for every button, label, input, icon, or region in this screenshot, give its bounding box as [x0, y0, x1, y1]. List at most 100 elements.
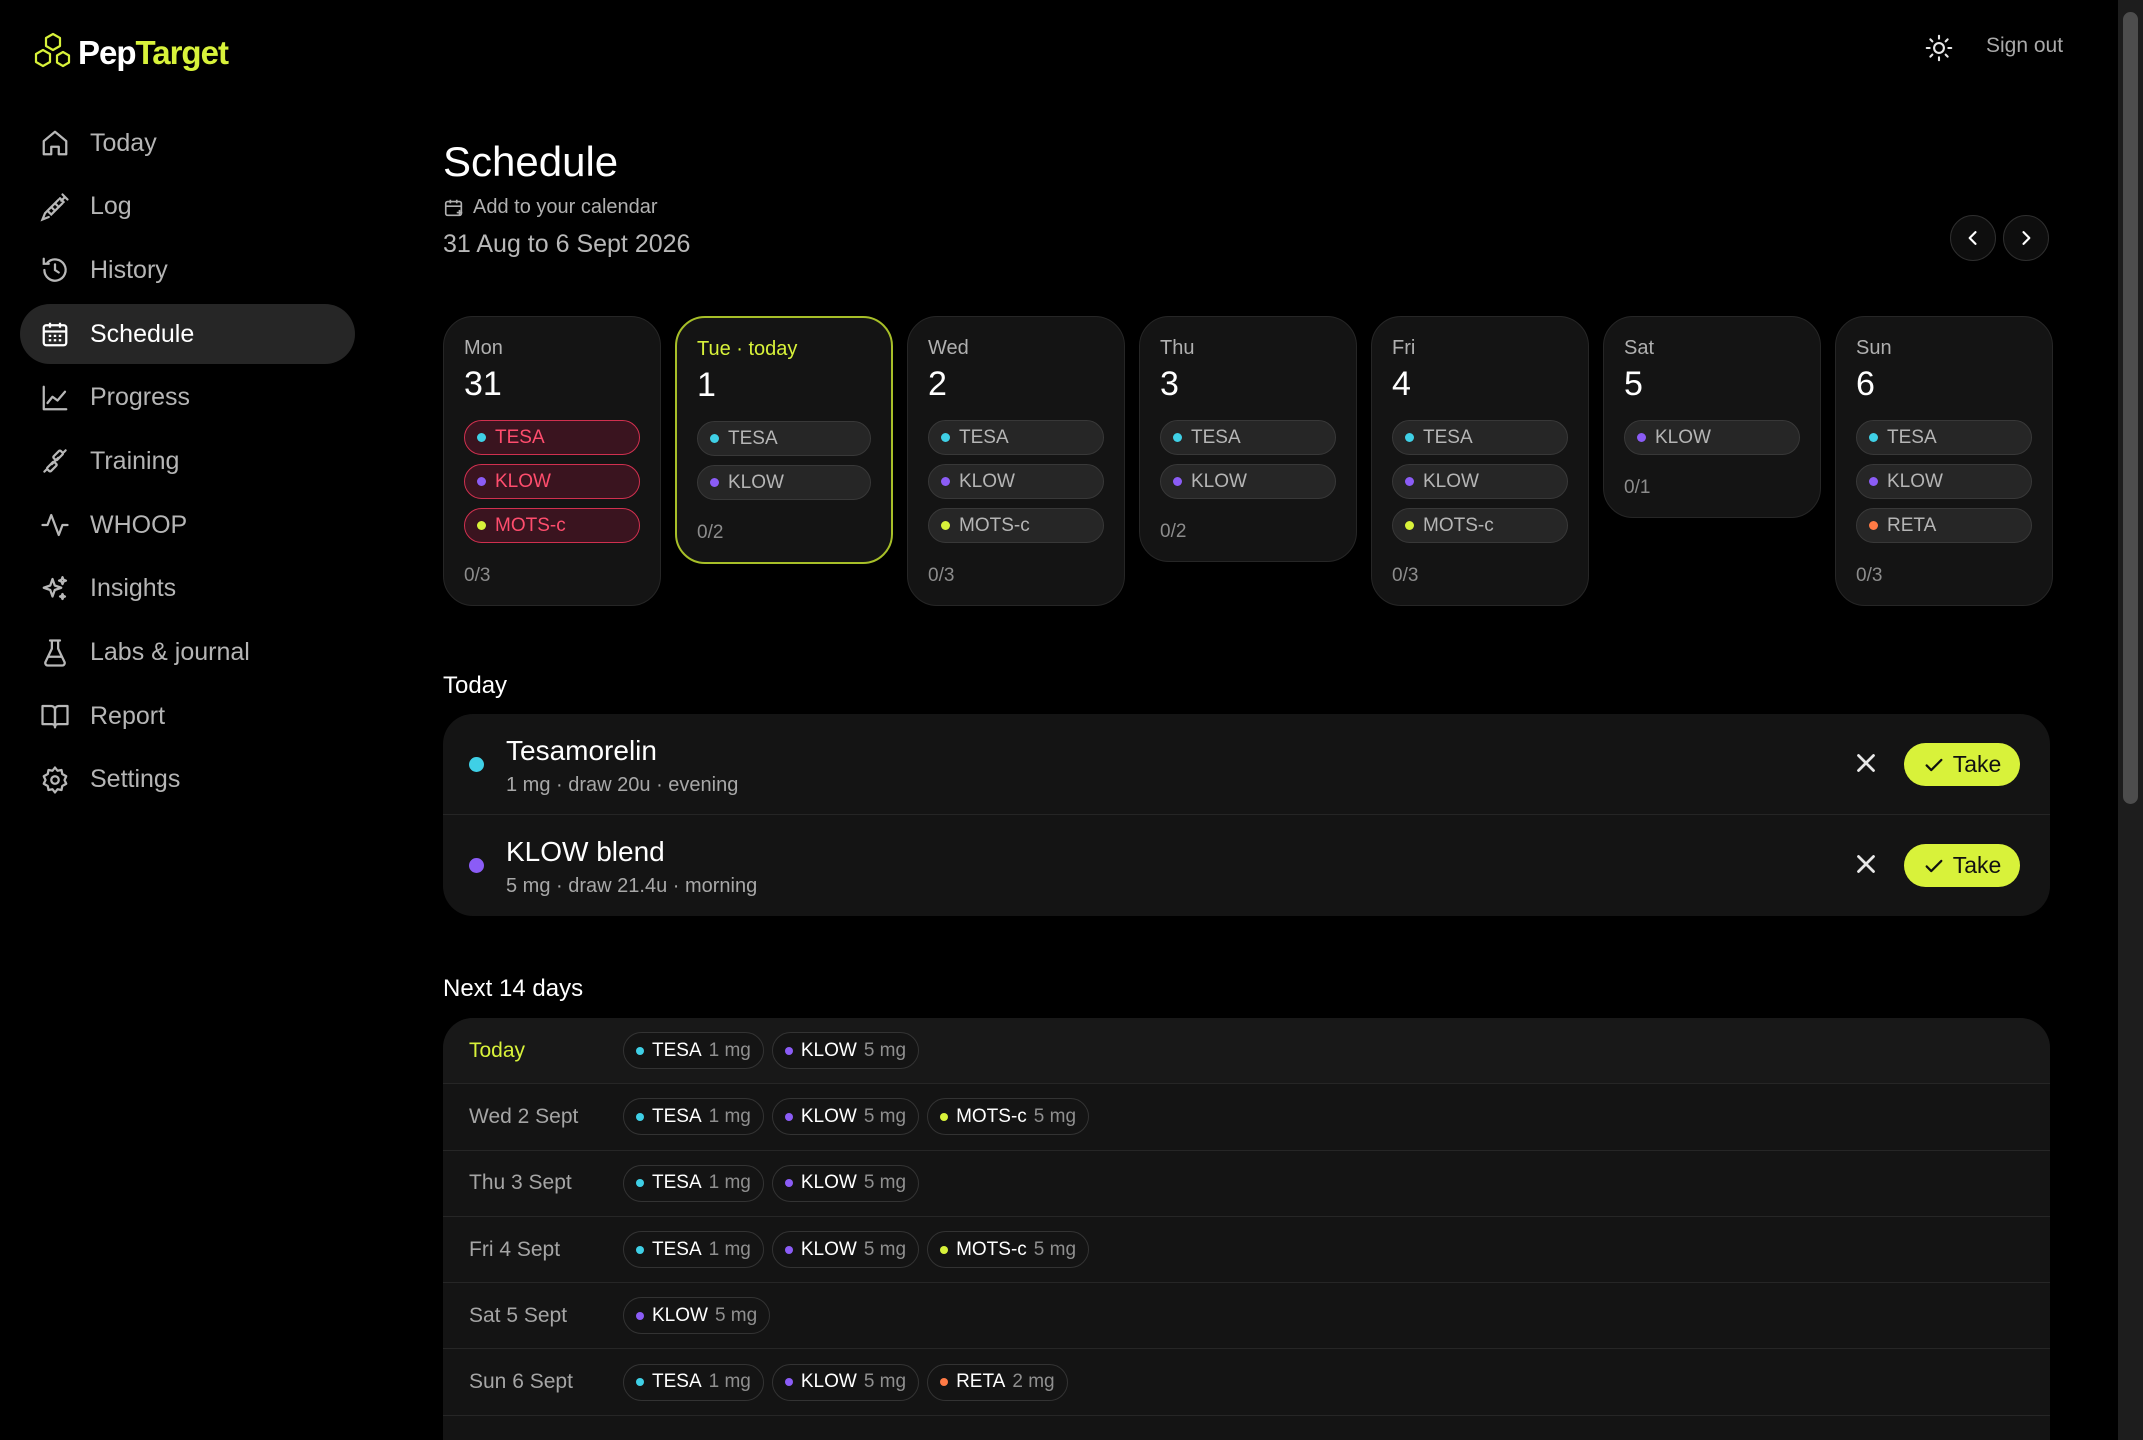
schedule-row[interactable]: Today TESA 1 mg KLOW 5 mg	[443, 1018, 2050, 1085]
dose-pill[interactable]: KLOW	[1856, 464, 2032, 499]
dose-pill-label: KLOW	[1423, 470, 1479, 492]
schedule-row[interactable]	[443, 1416, 2050, 1440]
dose-chip-amount: 5 mg	[863, 1039, 907, 1061]
dose-pill[interactable]: MOTS-c	[1392, 508, 1568, 543]
dose-chip[interactable]: TESA 1 mg	[623, 1231, 764, 1269]
dose-pill-label: KLOW	[1191, 470, 1247, 492]
day-card[interactable]: Sun 6 TESA KLOW RETA 0/3	[1835, 316, 2053, 606]
dose-chip-name: TESA	[652, 1105, 702, 1127]
dose-color-dot	[941, 477, 950, 486]
dose-color-dot	[940, 1378, 949, 1387]
next-week-button[interactable]	[2003, 215, 2049, 261]
dose-color-dot	[636, 1112, 644, 1121]
dose-pill[interactable]: KLOW	[1392, 464, 1568, 499]
dose-color-dot	[636, 1046, 644, 1055]
skip-button[interactable]	[1851, 748, 1881, 778]
dose-chip[interactable]: KLOW 5 mg	[771, 1363, 920, 1401]
dose-chip[interactable]: KLOW 5 mg	[771, 1164, 920, 1202]
dose-chip[interactable]: KLOW 5 mg	[623, 1297, 771, 1335]
dose-chip-name: MOTS-c	[956, 1105, 1027, 1127]
skip-button[interactable]	[1851, 849, 1881, 879]
dose-pill[interactable]: TESA	[1856, 420, 2032, 455]
dose-pill-label: KLOW	[728, 471, 784, 493]
date-range: 31 Aug to 6 Sept 2026	[443, 230, 691, 258]
day-card[interactable]: Mon 31 TESA KLOW MOTS-c 0/3	[443, 316, 661, 606]
dose-chip[interactable]: TESA 1 mg	[623, 1164, 764, 1202]
dose-pill[interactable]: KLOW	[1624, 420, 1800, 455]
page-scrollbar[interactable]	[2118, 0, 2143, 1440]
sidebar-item-label: Schedule	[90, 319, 195, 348]
dose-chip[interactable]: TESA 1 mg	[623, 1032, 764, 1070]
dose-chip[interactable]: MOTS-c 5 mg	[927, 1098, 1090, 1136]
dose-pill[interactable]: KLOW	[697, 465, 871, 500]
sidebar-item-log[interactable]: Log	[20, 177, 355, 237]
schedule-row[interactable]: Sat 5 Sept KLOW 5 mg	[443, 1283, 2050, 1350]
dose-pill[interactable]: KLOW	[1160, 464, 1336, 499]
day-card[interactable]: Thu 3 TESA KLOW 0/2	[1139, 316, 1357, 562]
dose-color-dot	[1869, 433, 1878, 442]
brand-logo[interactable]: PepTarget	[32, 32, 229, 74]
dose-pill[interactable]: RETA	[1856, 508, 2032, 543]
dose-color-dot	[940, 1245, 949, 1254]
take-button[interactable]: Take	[1904, 844, 2020, 887]
schedule-row[interactable]: Wed 2 Sept TESA 1 mg KLOW 5 mg MOTS-c 5 mg	[443, 1084, 2050, 1151]
day-card[interactable]: Wed 2 TESA KLOW MOTS-c 0/3	[907, 316, 1125, 606]
schedule-row[interactable]: Fri 4 Sept TESA 1 mg KLOW 5 mg MOTS-c 5 mg	[443, 1217, 2050, 1284]
schedule-row[interactable]: Sun 6 Sept TESA 1 mg KLOW 5 mg RETA 2 mg	[443, 1349, 2050, 1416]
dose-chip[interactable]: KLOW 5 mg	[771, 1032, 920, 1070]
dose-pill[interactable]: MOTS-c	[464, 508, 640, 543]
hexagon-cluster-icon	[34, 32, 71, 68]
dose-chip[interactable]: KLOW 5 mg	[771, 1231, 920, 1269]
dose-chip-amount: 2 mg	[1012, 1371, 1055, 1393]
dose-pill[interactable]: TESA	[1392, 420, 1568, 455]
dose-chip[interactable]: TESA 1 mg	[623, 1098, 764, 1136]
dose-chip[interactable]: TESA 1 mg	[623, 1363, 764, 1401]
dose-pill[interactable]: MOTS-c	[928, 508, 1104, 543]
syringe-icon	[40, 193, 69, 222]
sidebar-item-whoop[interactable]: WHOOP	[20, 495, 355, 555]
sidebar-item-insights[interactable]: Insights	[20, 559, 355, 619]
dose-pill[interactable]: KLOW	[928, 464, 1104, 499]
sidebar-item-progress[interactable]: Progress	[20, 368, 355, 428]
take-button[interactable]: Take	[1904, 743, 2020, 786]
dose-color-dot	[636, 1245, 644, 1254]
close-icon	[1857, 855, 1875, 873]
dose-pill[interactable]: KLOW	[464, 464, 640, 499]
sun-icon[interactable]	[1925, 34, 1953, 62]
week-strip: Mon 31 TESA KLOW MOTS-c 0/3 Tue · today 1 TESA KL…	[443, 316, 2053, 606]
add-to-calendar-link[interactable]: Add to your calendar	[443, 196, 658, 219]
sidebar-item-labs-journal[interactable]: Labs & journal	[20, 623, 355, 683]
dose-color-dot	[784, 1112, 793, 1121]
sidebar-item-report[interactable]: Report	[20, 686, 355, 746]
scrollbar-thumb[interactable]	[2123, 12, 2138, 804]
sign-out-link[interactable]: Sign out	[1986, 34, 2063, 58]
sidebar-item-settings[interactable]: Settings	[20, 750, 355, 810]
day-card[interactable]: Sat 5 KLOW 0/1	[1603, 316, 1821, 518]
day-card[interactable]: Tue · today 1 TESA KLOW 0/2	[675, 316, 893, 564]
sidebar-item-schedule[interactable]: Schedule	[20, 304, 355, 365]
dose-color-dot	[1405, 521, 1414, 530]
dose-pill[interactable]: TESA	[1160, 420, 1336, 455]
dose-chip[interactable]: RETA 2 mg	[927, 1363, 1068, 1401]
sidebar-item-today[interactable]: Today	[20, 113, 355, 173]
chevron-left-icon	[1968, 231, 1977, 245]
dose-name: KLOW blend	[506, 836, 665, 867]
sidebar-item-training[interactable]: Training	[20, 431, 355, 491]
dose-pill[interactable]: TESA	[928, 420, 1104, 455]
dose-pill[interactable]: TESA	[464, 420, 640, 455]
sidebar-item-history[interactable]: History	[20, 240, 355, 300]
dose-chip[interactable]: KLOW 5 mg	[771, 1098, 920, 1136]
dose-pill-label: KLOW	[1655, 426, 1711, 448]
history-icon	[42, 258, 67, 283]
prev-week-button[interactable]	[1950, 215, 1996, 261]
dose-detail: 1 mg · draw 20u · evening	[506, 774, 739, 796]
dose-color-dot	[784, 1245, 793, 1254]
schedule-row[interactable]: Thu 3 Sept TESA 1 mg KLOW 5 mg	[443, 1151, 2050, 1217]
dose-chip[interactable]: MOTS-c 5 mg	[927, 1231, 1090, 1269]
dose-pill[interactable]: TESA	[697, 421, 871, 456]
dose-chip-name: KLOW	[800, 1172, 857, 1194]
dose-pill-label: KLOW	[495, 470, 551, 492]
home-icon	[42, 130, 68, 156]
schedule-row-doses: TESA 1 mg KLOW 5 mg	[623, 1164, 920, 1202]
day-card[interactable]: Fri 4 TESA KLOW MOTS-c 0/3	[1371, 316, 1589, 606]
